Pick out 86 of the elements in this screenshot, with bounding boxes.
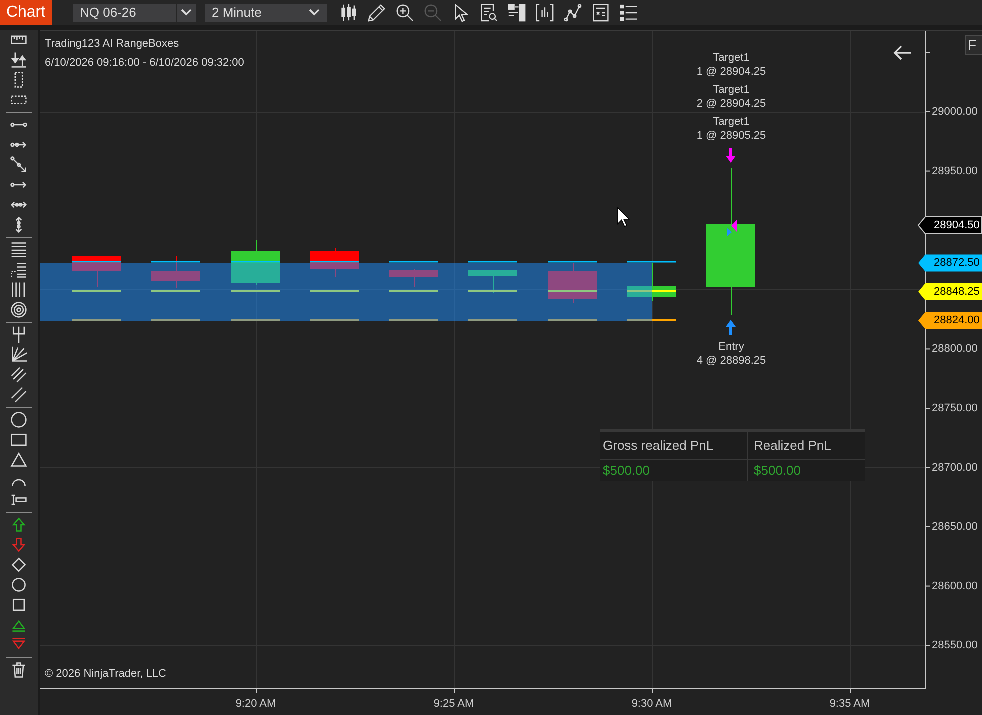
candlestick (390, 268, 438, 288)
stepped-lines-icon[interactable] (10, 261, 28, 279)
candlestick (232, 240, 280, 286)
time-axis-label: 9:35 AM (830, 698, 870, 710)
candlestick (72, 256, 122, 288)
time-axis-label: 9:20 AM (236, 698, 276, 710)
horizontal-lines-icon[interactable] (10, 241, 28, 259)
pointer-icon[interactable] (452, 4, 470, 22)
chevron-down-icon (309, 9, 320, 16)
range-level-lines (232, 261, 280, 322)
order-fill-label: 1 @ 28905.25 (696, 130, 766, 142)
table-cell-text: $500.00 (753, 462, 802, 480)
indicator-title: Trading123 AI RangeBoxes (45, 38, 180, 50)
zoom-in-icon[interactable] (396, 4, 414, 22)
price-tag: 28824.00 (918, 312, 982, 330)
order-fill-label: 4 @ 28898.25 (696, 355, 766, 367)
candlestick (152, 256, 200, 288)
candlestick (310, 248, 360, 278)
list-icon[interactable] (620, 4, 638, 22)
price-tag: 28872.50 (918, 254, 982, 272)
price-axis-label: 28650.00 (932, 521, 978, 533)
instrument-field[interactable]: NQ 06-26 (73, 4, 176, 22)
price-tag: 28904.50 (918, 216, 982, 234)
range-level-lines (548, 261, 598, 322)
diagonal-line-icon[interactable] (10, 156, 28, 174)
order-name-label: Target1 (713, 116, 750, 128)
rectangle-icon[interactable] (10, 431, 28, 449)
order-name-label: Target1 (713, 52, 750, 64)
up-down-arrows-icon[interactable] (10, 51, 28, 69)
concentric-circles-icon[interactable] (10, 301, 28, 319)
chevron-down-icon (181, 9, 192, 16)
candlestick-icon[interactable] (340, 4, 358, 22)
dropdown-button[interactable] (176, 4, 196, 22)
date-range-label: 6/10/2026 09:16:00 - 6/10/2026 09:32:00 (45, 57, 244, 69)
bar-chart-icon[interactable] (536, 4, 554, 22)
document-search-icon[interactable] (480, 4, 498, 22)
order-name-label: Entry (718, 341, 744, 353)
copyright-text: © 2026 NinjaTrader, LLC (45, 668, 166, 680)
square-icon[interactable] (10, 596, 28, 614)
price-axis-label: 28550.00 (932, 640, 978, 652)
range-level-lines (72, 261, 122, 322)
window-title: Chart (0, 0, 52, 25)
circle-icon[interactable] (10, 411, 28, 429)
down-arrow-icon (726, 148, 736, 163)
candlestick (548, 262, 598, 304)
interval-dropdown[interactable]: 2 Minute (205, 4, 327, 22)
up-arrow-icon (726, 320, 736, 335)
back-arrow-icon[interactable] (894, 46, 912, 60)
range-level-lines (628, 261, 676, 322)
price-axis-label: 28800.00 (932, 343, 978, 356)
time-axis-label: 9:30 AM (632, 698, 672, 710)
triangle-icon[interactable] (10, 451, 28, 469)
column-header: Realized PnL (753, 437, 832, 455)
time-axis-label: 9:25 AM (434, 698, 474, 710)
document-icon[interactable] (592, 4, 610, 22)
price-axis-label: 28750.00 (932, 402, 978, 414)
line-chart-icon[interactable] (564, 4, 582, 22)
price-axis-label: 28950.00 (932, 165, 978, 178)
circle-icon[interactable] (10, 576, 28, 594)
table-cell: $500.00 (600, 460, 748, 481)
parallel-lines-icon[interactable] (10, 386, 28, 404)
order-name-label: Target1 (713, 84, 750, 96)
fan-lines-icon[interactable] (10, 346, 28, 364)
price-axis-label: 28700.00 (932, 462, 978, 474)
pitchfork-icon[interactable] (10, 326, 28, 344)
candlestick (628, 262, 676, 302)
candlestick (468, 270, 518, 294)
corner-button[interactable]: F (965, 35, 982, 55)
pencil-icon[interactable] (368, 4, 386, 22)
range-level-lines (152, 261, 200, 322)
order-fill-label: 1 @ 28904.25 (696, 66, 766, 78)
price-axis-label: 28600.00 (932, 580, 978, 592)
trash-icon[interactable] (10, 661, 28, 679)
panel-layout-icon[interactable] (508, 4, 526, 22)
order-fill-label: 2 @ 28904.25 (696, 98, 766, 110)
price-tag: 28848.25 (918, 284, 982, 300)
parallel-lines-icon[interactable] (10, 366, 28, 384)
mouse-pointer-icon (618, 207, 630, 228)
range-level-lines (310, 261, 360, 322)
vertical-lines-icon[interactable] (10, 281, 28, 299)
diamond-icon[interactable] (10, 556, 28, 574)
column-header: Gross realized PnL (600, 432, 748, 459)
range-level-lines (390, 261, 438, 322)
up-arrow-icon[interactable] (10, 516, 28, 534)
price-axis-label: 29000.00 (932, 106, 978, 118)
range-level-lines (468, 261, 518, 322)
